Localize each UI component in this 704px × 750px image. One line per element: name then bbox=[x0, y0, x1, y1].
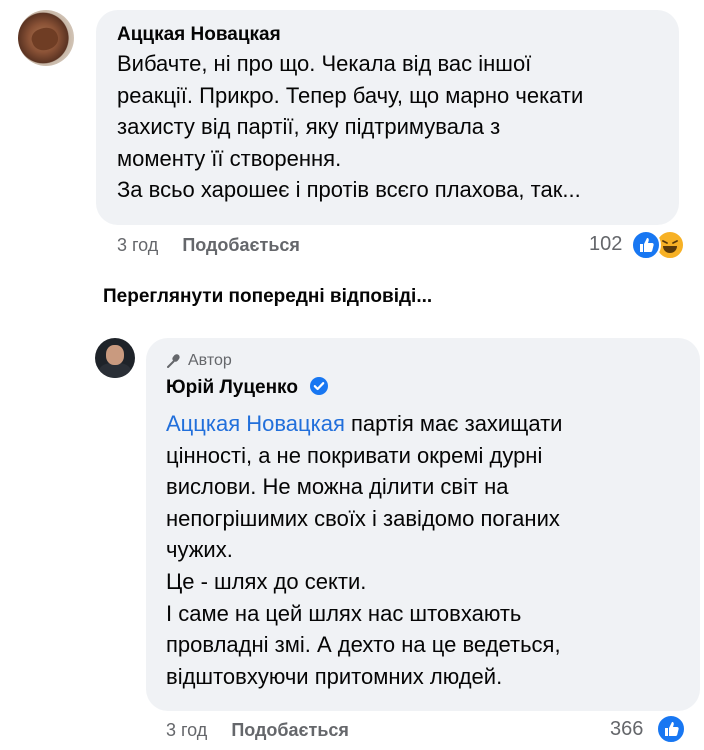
reply-line: Це - шлях до секти. bbox=[166, 568, 367, 594]
like-icon[interactable] bbox=[631, 230, 661, 260]
comment-meta: 3 год Подобається bbox=[117, 235, 300, 256]
reply-author-name[interactable]: Юрій Луценко bbox=[166, 377, 298, 398]
reply-author[interactable]: Юрій Луценко bbox=[166, 376, 329, 399]
reply-line: вислови. Не можна ділити світ на bbox=[166, 474, 509, 500]
view-previous-replies-link[interactable]: Переглянути попередні відповіді... bbox=[103, 286, 432, 308]
comment-line: захисту від партії, яку підтримувала з bbox=[117, 114, 501, 140]
reply-line: цінності, а не покривати окремі дурні bbox=[166, 442, 543, 468]
reply-line: відштовхуючи притомних людей. bbox=[166, 663, 503, 689]
reaction-count[interactable]: 366 bbox=[610, 718, 643, 741]
reply-line: провладні змі. А дехто на це ведеться, bbox=[166, 632, 561, 658]
author-badge-label: Автор bbox=[188, 352, 232, 369]
reply-line: непогрішимих своїх і завідомо поганих bbox=[166, 505, 560, 531]
author-badge: Автор bbox=[166, 352, 232, 370]
reply-timestamp[interactable]: 3 год bbox=[166, 720, 207, 740]
reply-text: Аццкая Новацкая партія має захищати цінн… bbox=[166, 408, 562, 692]
reaction-count[interactable]: 102 bbox=[589, 233, 622, 256]
comment-line: реакції. Прикро. Тепер бачу, що марно че… bbox=[117, 82, 584, 108]
like-button[interactable]: Подобається bbox=[182, 235, 300, 255]
reply-meta: 3 год Подобається bbox=[166, 720, 349, 741]
verified-badge-icon bbox=[310, 377, 329, 395]
comment-line: моменту її створення. bbox=[117, 145, 342, 171]
like-icon[interactable] bbox=[656, 714, 686, 744]
comment-timestamp[interactable]: 3 год bbox=[117, 235, 158, 255]
microphone-icon bbox=[167, 354, 180, 368]
mention-link[interactable]: Аццкая Новацкая bbox=[166, 411, 345, 436]
comment-author[interactable]: Аццкая Новацкая bbox=[117, 24, 281, 46]
reply-line-rest: партія має захищати bbox=[344, 411, 563, 436]
comment-line: За всьо харошеє і протів всєго плахова, … bbox=[117, 177, 581, 203]
reply-line: Аццкая Новацкая партія має захищати bbox=[166, 408, 562, 440]
comment-line: Вибачте, ні про що. Чекала від вас іншої bbox=[117, 51, 532, 76]
reply-line: І саме на цей шлях нас штовхають bbox=[166, 600, 522, 626]
like-button[interactable]: Подобається bbox=[231, 720, 349, 740]
commenter-avatar[interactable] bbox=[18, 10, 74, 66]
reply-line: чужих. bbox=[166, 537, 233, 563]
reply-author-avatar[interactable] bbox=[95, 338, 135, 378]
comment-text: Вибачте, ні про що. Чекала від вас іншої… bbox=[117, 48, 583, 206]
